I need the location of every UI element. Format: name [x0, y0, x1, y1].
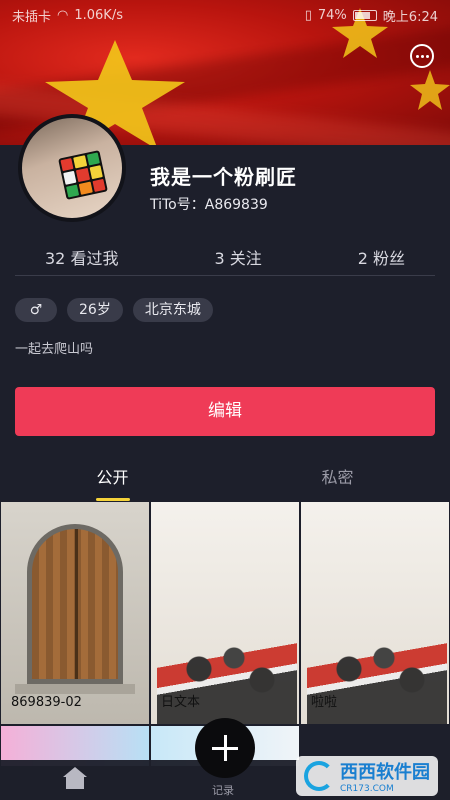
profile-tags: ♂ 26岁 北京东城	[15, 298, 213, 322]
more-options-button[interactable]	[410, 44, 434, 68]
post-caption: 869839-02	[11, 695, 82, 710]
rubiks-cube-icon	[58, 150, 108, 200]
username: 我是一个粉刷匠	[150, 165, 297, 189]
post-thumbnail[interactable]: 日文本	[151, 502, 299, 724]
door-image	[27, 524, 123, 684]
watermark-logo: 西西软件园 CR173.COM	[296, 756, 438, 796]
vibrate-icon: ▯	[304, 7, 312, 23]
gender-tag: ♂	[15, 298, 57, 322]
watermark-brand: 西西软件园	[340, 762, 430, 783]
watermark-sub: CR173.COM	[340, 784, 394, 794]
dot-icon	[425, 54, 429, 58]
wifi-icon: ◠	[57, 7, 69, 23]
status-bar: 未插卡 ◠ 1.06K/s ▯ 74% 晚上6:24	[0, 0, 450, 30]
tab-public[interactable]: 公开	[0, 462, 225, 502]
clock-text: 晚上6:24	[382, 9, 438, 25]
edit-profile-button[interactable]: 编辑	[15, 387, 435, 436]
user-id: TiTo号：A869839	[150, 197, 268, 213]
stat-followers[interactable]: 2 粉丝	[358, 245, 405, 269]
flag-star-icon	[410, 70, 450, 110]
location-tag: 北京东城	[132, 298, 213, 322]
network-speed: 1.06K/s	[74, 7, 123, 23]
battery-icon	[352, 9, 377, 21]
tab-private[interactable]: 私密	[225, 462, 450, 502]
age-tag: 26岁	[67, 298, 123, 322]
stat-viewed[interactable]: 32 看过我	[45, 245, 118, 269]
bio-text: 一起去爬山吗	[15, 342, 94, 357]
record-label: 记录	[212, 784, 234, 797]
post-caption: 啦啦	[311, 695, 338, 710]
carrier-text: 未插卡	[12, 9, 52, 25]
post-caption: 日文本	[161, 695, 201, 710]
dot-icon	[420, 54, 424, 58]
add-record-button[interactable]	[195, 718, 255, 778]
battery-percent: 74%	[317, 7, 347, 23]
stat-following[interactable]: 3 关注	[214, 245, 261, 269]
dot-icon	[415, 54, 419, 58]
post-thumbnail[interactable]: 啦啦	[301, 502, 449, 724]
home-icon[interactable]	[62, 766, 88, 790]
avatar[interactable]	[18, 114, 126, 222]
cr-logo-icon	[304, 761, 334, 791]
post-thumbnail[interactable]: 869839-02	[1, 502, 149, 724]
profile-stats: 32 看过我 3 关注 2 粉丝	[15, 238, 435, 276]
content-tabs: 公开 私密	[0, 462, 450, 502]
